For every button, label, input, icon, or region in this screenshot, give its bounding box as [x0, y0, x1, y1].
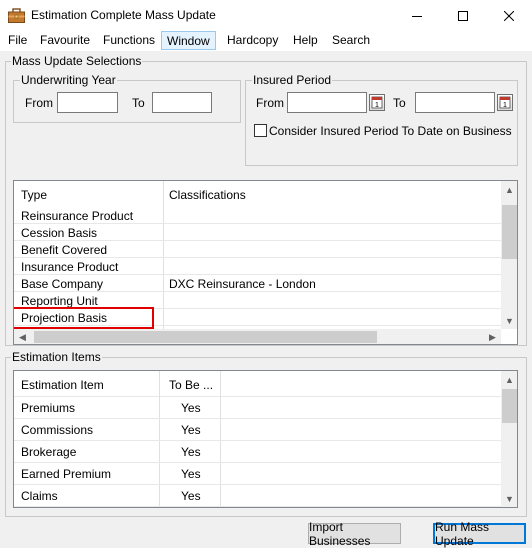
- estimation-header: Estimation Item To Be ...: [14, 371, 501, 397]
- to-be-cell[interactable]: Yes: [181, 467, 201, 481]
- table-row[interactable]: Claims Yes: [14, 485, 501, 507]
- calendar-icon: 1: [371, 96, 383, 109]
- estimation-item-cell: Brokerage: [21, 445, 77, 459]
- estimation-items-label: Estimation Items: [11, 350, 102, 364]
- uw-from-label: From: [25, 96, 53, 110]
- estimation-item-cell: Claims: [21, 489, 58, 503]
- type-cell: Cession Basis: [21, 226, 98, 240]
- close-icon: [504, 10, 514, 21]
- insured-period-label: Insured Period: [252, 73, 333, 87]
- uw-from-input[interactable]: [57, 92, 118, 113]
- ip-from-input[interactable]: [287, 92, 367, 113]
- table-row[interactable]: Cession Basis: [14, 224, 501, 241]
- scroll-thumb[interactable]: [502, 205, 517, 259]
- scroll-left-arrow-icon[interactable]: ◀: [14, 329, 31, 344]
- underwriting-year-label: Underwriting Year: [20, 73, 117, 87]
- menu-search[interactable]: Search: [331, 33, 371, 47]
- estimation-items-grid: Estimation Item To Be ... Premiums Yes C…: [13, 370, 518, 508]
- classifications-hscrollbar[interactable]: ◀ ▶: [14, 329, 501, 344]
- close-button[interactable]: [486, 0, 532, 31]
- table-row[interactable]: Benefit Covered: [14, 241, 501, 258]
- minimize-button[interactable]: [394, 0, 440, 31]
- ip-to-calendar-button[interactable]: 1: [497, 94, 513, 111]
- menu-help[interactable]: Help: [292, 33, 319, 47]
- estimation-item-cell: Earned Premium: [21, 467, 112, 481]
- table-row[interactable]: Commissions Yes: [14, 419, 501, 441]
- run-mass-update-button[interactable]: Run Mass Update: [433, 520, 526, 548]
- to-be-cell[interactable]: Yes: [181, 401, 201, 415]
- maximize-icon: [458, 10, 468, 21]
- scroll-down-arrow-icon[interactable]: ▼: [501, 490, 517, 507]
- consider-insured-period-label: Consider Insured Period To Date on Busin…: [269, 124, 512, 138]
- table-row[interactable]: Insurance Product: [14, 258, 501, 275]
- table-row[interactable]: Earned Premium Yes: [14, 463, 501, 485]
- type-cell: Reporting Unit: [21, 294, 98, 308]
- table-row[interactable]: Premiums Yes: [14, 397, 501, 419]
- classifications-grid: Type Classifications Reinsurance Product…: [13, 180, 518, 345]
- table-row[interactable]: Brokerage Yes: [14, 441, 501, 463]
- estimation-item-cell: Premiums: [21, 401, 76, 415]
- scroll-up-arrow-icon[interactable]: ▲: [501, 181, 517, 198]
- import-businesses-button[interactable]: Import Businesses: [308, 520, 401, 548]
- maximize-button[interactable]: [440, 0, 486, 31]
- scroll-right-arrow-icon[interactable]: ▶: [484, 329, 501, 344]
- type-cell: Insurance Product: [21, 260, 119, 274]
- type-cell: Benefit Covered: [21, 243, 108, 257]
- ip-from-calendar-button[interactable]: 1: [369, 94, 385, 111]
- column-header-to-be[interactable]: To Be ...: [169, 378, 213, 392]
- projection-basis-highlight: [14, 307, 154, 329]
- column-header-estimation-item[interactable]: Estimation Item: [21, 378, 104, 392]
- briefcase-icon: [8, 8, 25, 23]
- mass-update-label: Mass Update Selections: [11, 54, 143, 68]
- estimation-vscrollbar[interactable]: ▲ ▼: [501, 371, 517, 507]
- to-be-cell[interactable]: Yes: [181, 423, 201, 437]
- svg-text:1: 1: [375, 102, 379, 109]
- ip-to-input[interactable]: [415, 92, 495, 113]
- scroll-thumb[interactable]: [502, 389, 517, 423]
- to-be-cell[interactable]: Yes: [181, 445, 201, 459]
- ip-from-label: From: [256, 96, 284, 110]
- type-cell: Reinsurance Product: [21, 209, 134, 223]
- minimize-icon: [412, 15, 422, 17]
- uw-to-label: To: [132, 96, 145, 110]
- calendar-icon: 1: [499, 96, 511, 109]
- uw-to-input[interactable]: [152, 92, 212, 113]
- hscroll-thumb[interactable]: [34, 331, 377, 343]
- column-header-type[interactable]: Type: [21, 188, 47, 202]
- menu-window[interactable]: Window: [161, 31, 216, 50]
- consider-insured-period-checkbox[interactable]: [254, 124, 267, 137]
- menu-file[interactable]: File: [7, 33, 28, 47]
- column-header-classifications[interactable]: Classifications: [169, 188, 246, 202]
- classification-cell[interactable]: DXC Reinsurance - London: [169, 277, 316, 291]
- estimation-item-cell: Commissions: [21, 423, 94, 437]
- ip-to-label: To: [393, 96, 406, 110]
- table-row[interactable]: Base Company DXC Reinsurance - London: [14, 275, 501, 292]
- svg-text:1: 1: [503, 102, 507, 109]
- table-row[interactable]: Reinsurance Product: [14, 207, 501, 224]
- menu-favourite[interactable]: Favourite: [39, 33, 91, 47]
- window-title: Estimation Complete Mass Update: [31, 8, 216, 22]
- to-be-cell[interactable]: Yes: [181, 489, 201, 503]
- menu-hardcopy[interactable]: Hardcopy: [226, 33, 279, 47]
- menu-functions[interactable]: Functions: [102, 33, 156, 47]
- classifications-vscrollbar[interactable]: ▲ ▼: [501, 181, 517, 329]
- classifications-header: Type Classifications: [14, 181, 501, 207]
- scroll-up-arrow-icon[interactable]: ▲: [501, 371, 517, 388]
- scroll-down-arrow-icon[interactable]: ▼: [501, 312, 517, 329]
- type-cell: Base Company: [21, 277, 104, 291]
